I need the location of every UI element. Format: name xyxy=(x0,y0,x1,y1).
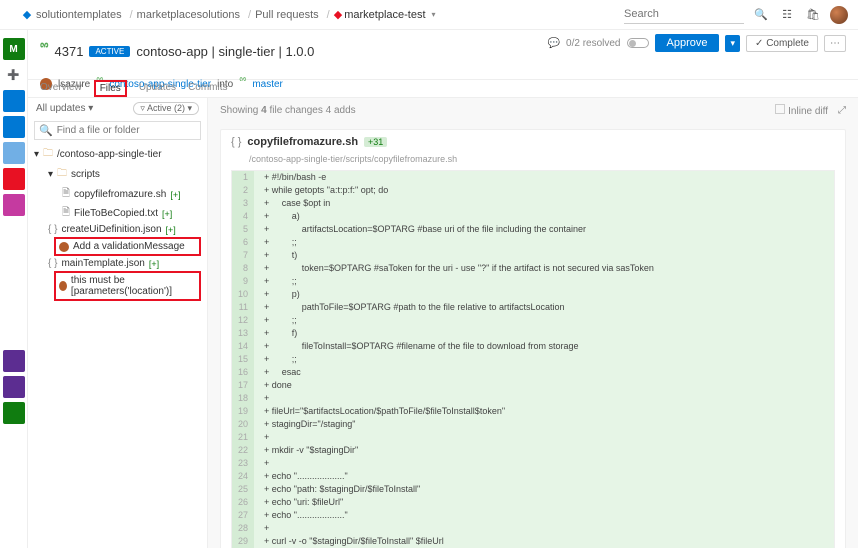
rail-item[interactable] xyxy=(3,298,25,320)
search-icon: 🔍 xyxy=(39,124,53,137)
scripts-folder[interactable]: ▾🗀scripts xyxy=(34,166,201,183)
tab-overview[interactable]: Overview xyxy=(40,82,82,96)
crumb-1[interactable]: solutiontemplates xyxy=(36,9,122,21)
rail-item[interactable]: M xyxy=(3,38,25,60)
user-avatar[interactable] xyxy=(830,6,848,24)
tab-updates[interactable]: Updates xyxy=(139,82,176,96)
status-badge: ACTIVE xyxy=(89,46,130,57)
rail-item[interactable] xyxy=(3,142,25,164)
root-folder[interactable]: ▾🗀/contoso-app-single-tier xyxy=(34,146,201,163)
rail-item[interactable] xyxy=(3,324,25,346)
comment-annotation-2[interactable]: this must be [parameters('location')] xyxy=(54,271,201,301)
crumb-2[interactable]: marketplacesolutions xyxy=(137,9,240,21)
resolved-count: 0/2 resolved xyxy=(566,38,620,49)
diff-main: Showing 4 file changes 4 adds Inline dif… xyxy=(208,98,858,548)
rail-item[interactable] xyxy=(3,272,25,294)
expand-icon[interactable]: ⤢ xyxy=(838,105,846,116)
pr-header: ྉ 4371 ACTIVE contoso-app | single-tier … xyxy=(28,30,858,80)
find-file-row[interactable]: 🔍 xyxy=(34,121,201,140)
pr-tabs: Overview Files Updates Commits xyxy=(28,80,858,98)
search-icon[interactable]: 🔍 xyxy=(752,6,770,24)
tree-file-2[interactable]: 🗎FileToBeCopied.txt [+] xyxy=(34,205,201,222)
autocomplete-toggle[interactable] xyxy=(627,38,649,48)
rail-item[interactable] xyxy=(3,194,25,216)
filter-icon[interactable]: ☷ xyxy=(778,6,796,24)
find-file-input[interactable] xyxy=(57,125,196,136)
branch-icon: ྉ xyxy=(40,34,49,68)
tree-file-4[interactable]: { }mainTemplate.json [+] xyxy=(34,258,201,269)
crumb-4[interactable]: marketplace-test xyxy=(344,9,425,21)
tree-file-1[interactable]: 🗎copyfilefromazure.sh [+] xyxy=(34,186,201,203)
rail-item[interactable] xyxy=(3,246,25,268)
azure-devops-logo[interactable]: ◆ xyxy=(18,6,36,24)
file-name[interactable]: copyfilefromazure.sh xyxy=(247,136,358,148)
rail-item[interactable] xyxy=(3,168,25,190)
active-filter-pill[interactable]: ▿ Active (2) ▾ xyxy=(133,102,199,115)
additions-badge: +31 xyxy=(364,137,387,147)
rail-item[interactable] xyxy=(3,350,25,372)
all-updates-label[interactable]: All updates ▾ xyxy=(36,103,93,114)
pr-bookmark-icon: ◆ xyxy=(334,8,342,21)
approve-menu[interactable]: ▾ xyxy=(725,35,740,52)
more-button[interactable]: ⋯ xyxy=(824,35,846,52)
comment-annotation-1[interactable]: Add a validationMessage xyxy=(54,237,201,256)
left-nav-rail: M➕ xyxy=(0,30,28,548)
rail-item[interactable] xyxy=(3,90,25,112)
bag-icon[interactable]: 🛍 xyxy=(804,6,822,24)
file-type-icon: { } xyxy=(231,136,241,148)
crumb-3[interactable]: Pull requests xyxy=(255,9,319,21)
tab-files[interactable]: Files xyxy=(94,80,127,97)
file-tree-sidebar: All updates ▾ ▿ Active (2) ▾ 🔍 ▾🗀/contos… xyxy=(28,98,208,548)
file-diff-block: { } copyfilefromazure.sh +31/contoso-app-s… xyxy=(220,129,846,548)
rail-item[interactable] xyxy=(3,402,25,424)
comment-icon: 💬 xyxy=(548,38,560,49)
rail-item[interactable] xyxy=(3,116,25,138)
complete-button[interactable]: ✓ Complete xyxy=(746,35,818,52)
rail-item[interactable] xyxy=(3,220,25,242)
pr-id: 4371 xyxy=(55,44,84,59)
pr-title: contoso-app | single-tier | 1.0.0 xyxy=(136,44,314,59)
file-path: /contoso-app-single-tier/scripts/copyfil… xyxy=(221,154,845,170)
search-input[interactable] xyxy=(624,6,744,24)
inline-diff-toggle[interactable]: Inline diff xyxy=(775,104,828,117)
rail-item[interactable]: ➕ xyxy=(3,64,25,86)
tab-commits[interactable]: Commits xyxy=(188,82,227,96)
code-diff: 1 + #!/bin/bash -e2 + while getopts "a:t… xyxy=(231,170,835,548)
approve-button[interactable]: Approve xyxy=(655,34,720,52)
breadcrumb-bar: ◆ solutiontemplates/ marketplacesolution… xyxy=(0,0,858,30)
file-change-summary: Showing 4 file changes 4 adds xyxy=(220,105,356,116)
tree-file-3[interactable]: { }createUiDefinition.json [+] xyxy=(34,224,201,235)
rail-item[interactable] xyxy=(3,376,25,398)
